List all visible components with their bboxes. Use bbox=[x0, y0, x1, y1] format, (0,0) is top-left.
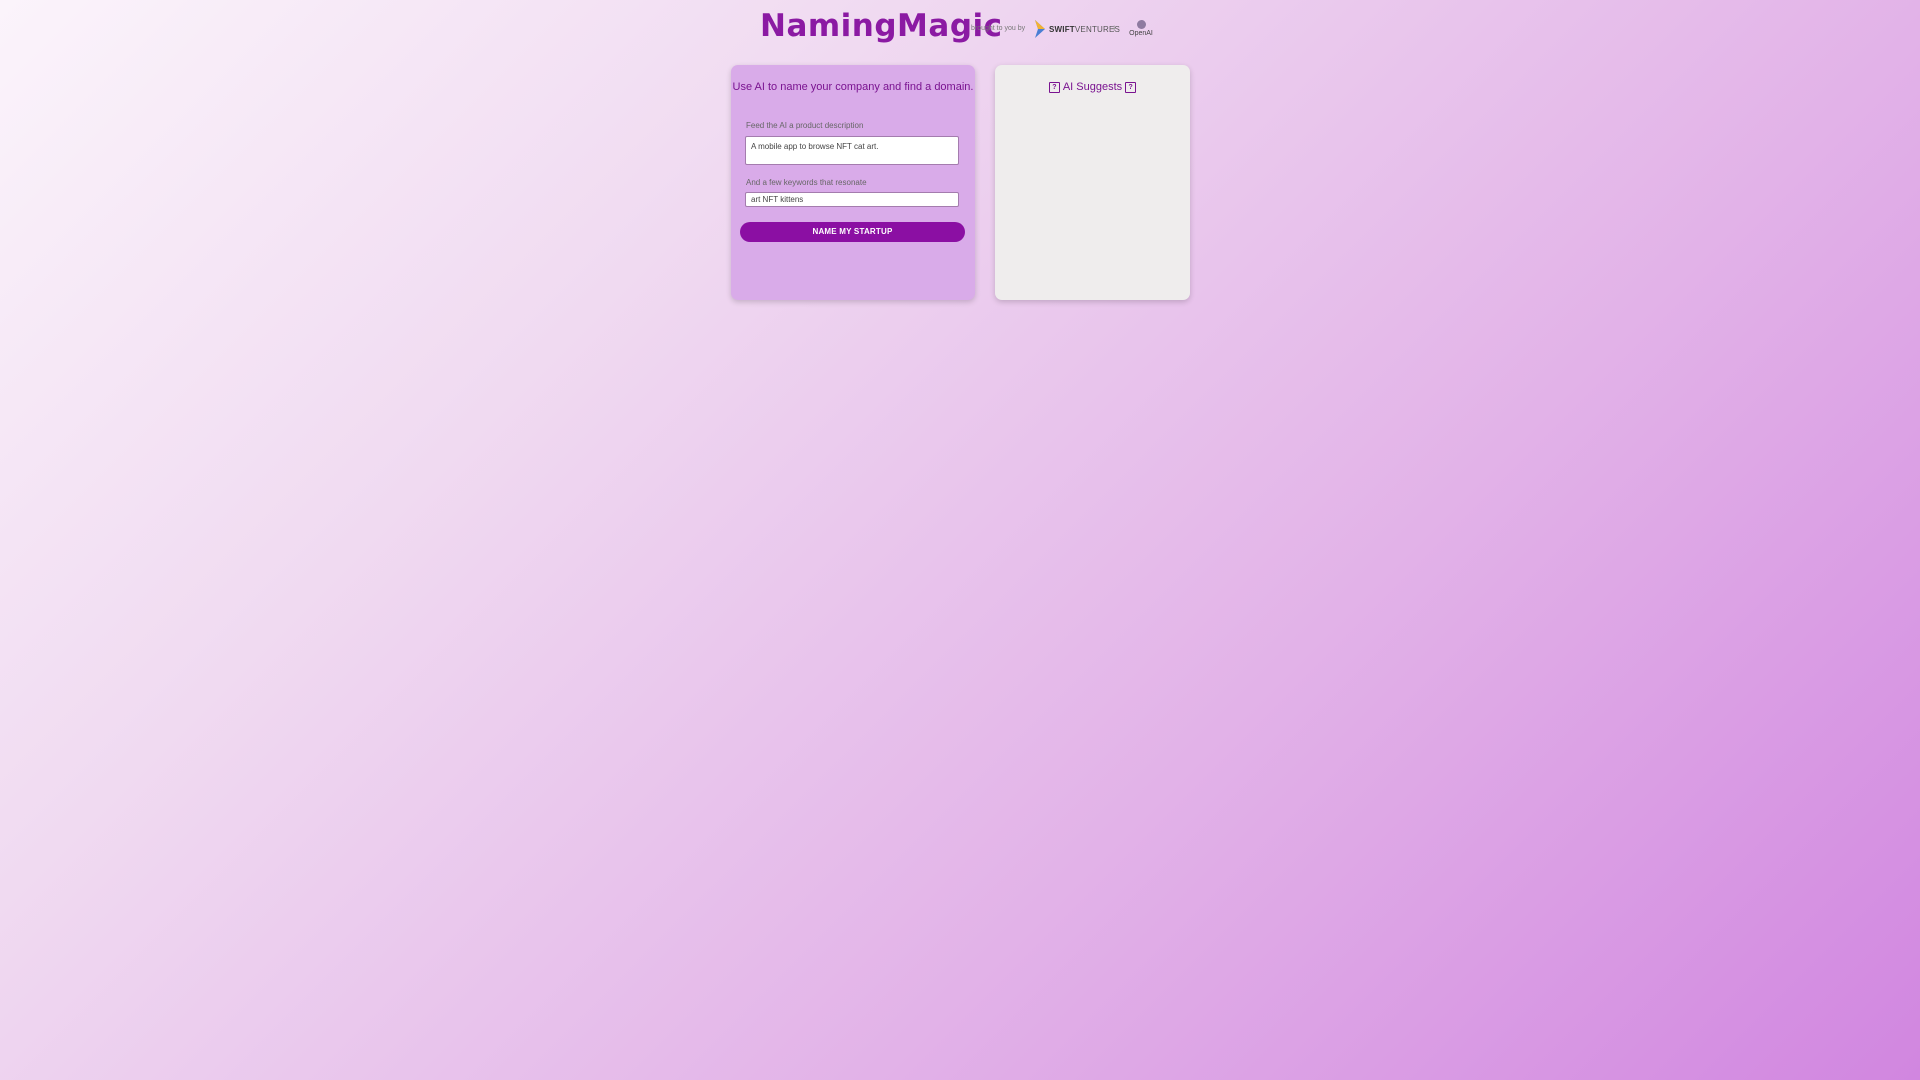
swift-bold-text: SWIFT bbox=[1049, 24, 1075, 34]
swift-ventures-text: SWIFTVENTURES bbox=[1049, 25, 1120, 34]
question-box-icon: ? bbox=[1125, 81, 1137, 93]
description-input[interactable]: A mobile app to browse NFT cat art. bbox=[745, 136, 959, 165]
keywords-input[interactable]: art NFT kittens bbox=[745, 192, 959, 207]
question-box-icon: ? bbox=[1048, 81, 1060, 93]
keywords-label: And a few keywords that resonate bbox=[746, 178, 867, 187]
plus-separator: + bbox=[1111, 23, 1118, 35]
openai-logo[interactable]: OpenAI bbox=[1127, 20, 1155, 37]
swift-ventures-icon bbox=[1035, 20, 1045, 38]
name-my-startup-button[interactable]: NAME MY STARTUP bbox=[740, 222, 965, 242]
suggestions-title: AI Suggests bbox=[1062, 81, 1123, 93]
suggestions-card: ? AI Suggests ? bbox=[995, 65, 1190, 300]
openai-text: OpenAI bbox=[1129, 30, 1153, 37]
swift-ventures-logo[interactable]: SWIFTVENTURES bbox=[1034, 19, 1120, 39]
suggestions-header: ? AI Suggests ? bbox=[995, 81, 1190, 93]
brand-logo[interactable]: NamingMagic bbox=[760, 8, 1003, 44]
description-label: Feed the AI a product description bbox=[746, 121, 864, 130]
naming-form-card: Use AI to name your company and find a d… bbox=[731, 65, 975, 300]
openai-icon bbox=[1136, 20, 1146, 29]
form-title: Use AI to name your company and find a d… bbox=[732, 81, 974, 93]
byline-text: brought to you by bbox=[971, 25, 1026, 32]
header: NamingMagic brought to you by SWIFTVENTU… bbox=[0, 0, 1920, 60]
